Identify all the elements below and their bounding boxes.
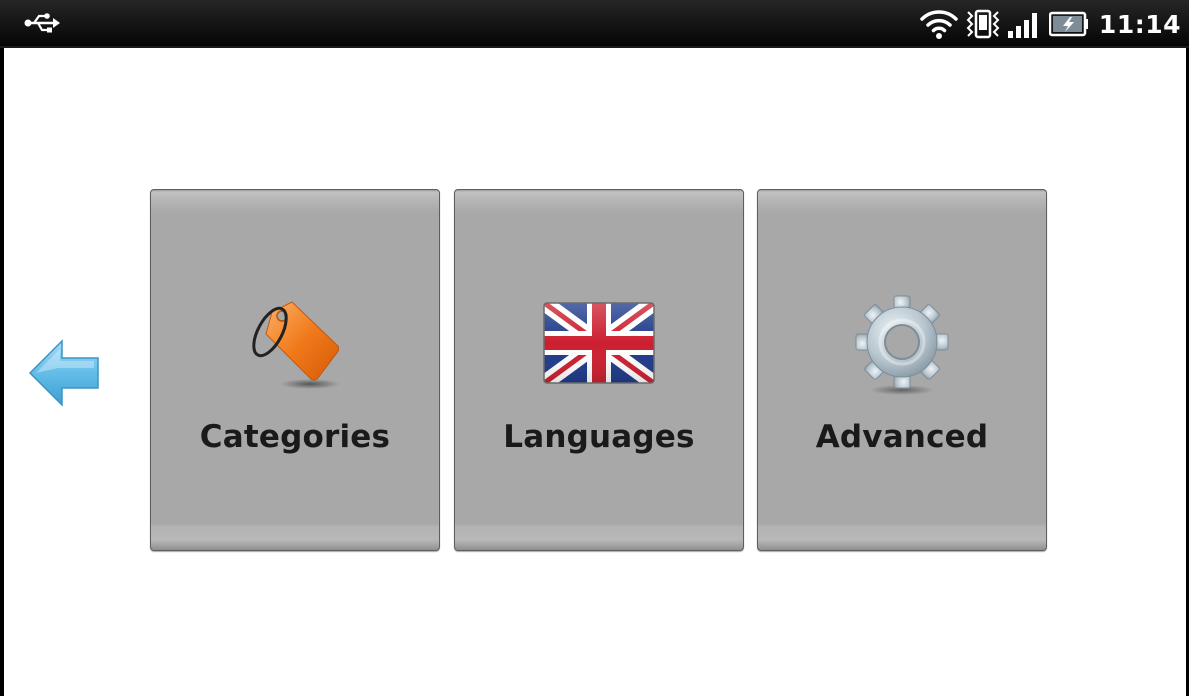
usb-icon: [24, 13, 60, 33]
gear-icon: [855, 295, 949, 395]
signal-icon: [1007, 13, 1037, 38]
vibrate-icon: [966, 9, 1000, 39]
uk-flag-icon: [543, 302, 655, 384]
battery-charging-icon: [1048, 11, 1088, 37]
status-icons: 11:14: [919, 7, 1181, 41]
languages-button[interactable]: Languages: [454, 189, 744, 551]
languages-label: Languages: [503, 419, 695, 455]
advanced-button[interactable]: Advanced: [757, 189, 1047, 551]
back-arrow-icon[interactable]: [28, 338, 100, 408]
wifi-icon: [920, 10, 958, 39]
tag-icon: [252, 301, 340, 389]
categories-label: Categories: [199, 419, 391, 455]
status-clock: 11:14: [1098, 9, 1181, 39]
status-bar: 11:14: [0, 0, 1189, 48]
advanced-label: Advanced: [815, 419, 989, 455]
categories-button[interactable]: Categories: [150, 189, 440, 551]
